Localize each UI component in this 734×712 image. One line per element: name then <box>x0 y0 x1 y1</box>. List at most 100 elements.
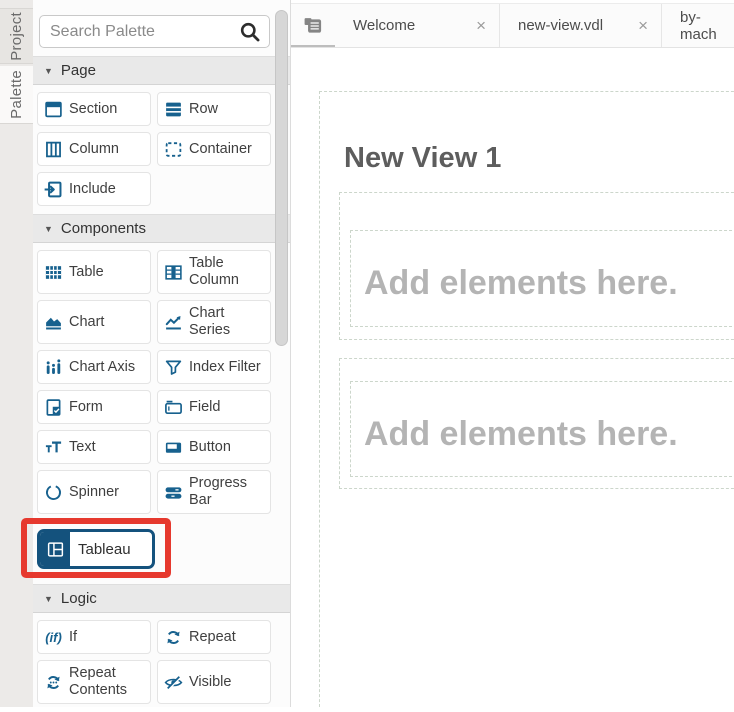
tab-list-icon <box>303 15 323 35</box>
row-icon <box>164 100 183 119</box>
palette-item-container[interactable]: Container <box>157 132 271 166</box>
section-header-components[interactable]: ▼ Components <box>33 214 290 243</box>
close-icon[interactable]: × <box>638 17 648 34</box>
if-icon: (if) <box>44 630 63 645</box>
text-icon <box>44 438 63 457</box>
tab-label: by-mach <box>680 9 721 43</box>
chart-axis-icon <box>44 358 63 377</box>
palette-item-tableau[interactable]: Tableau <box>37 529 155 569</box>
palette-item-label: Table <box>69 264 104 281</box>
palette-item-label: Container <box>189 141 252 158</box>
palette-item-label: Visible <box>189 674 231 691</box>
tab-welcome[interactable]: Welcome × <box>335 4 500 47</box>
palette-item-chart-series[interactable]: Chart Series <box>157 300 271 344</box>
components-section-grid: Table Table Column Chart Chart Series <box>33 243 290 584</box>
drop-placeholder-text: Add elements here. <box>364 264 678 303</box>
table-column-icon <box>164 263 183 282</box>
sidebar-tab-project[interactable]: Project <box>0 8 33 64</box>
palette-item-visible[interactable]: Visible <box>157 660 271 704</box>
caret-down-icon: ▼ <box>44 66 53 76</box>
palette-item-label: Spinner <box>69 484 119 501</box>
spinner-icon <box>44 483 63 502</box>
palette-item-include[interactable]: Include <box>37 172 151 206</box>
tab-by-mach[interactable]: by-mach <box>662 4 734 47</box>
sidebar-tab-project-label: Project <box>8 12 25 61</box>
palette-item-label: Section <box>69 101 117 118</box>
section-title: Logic <box>61 590 97 607</box>
palette-item-label: Chart <box>69 314 104 331</box>
form-icon <box>44 398 63 417</box>
caret-down-icon: ▼ <box>44 594 53 604</box>
palette-item-button[interactable]: Button <box>157 430 271 464</box>
search-input[interactable] <box>39 15 270 48</box>
side-tab-strip: Project Palette <box>0 0 33 707</box>
tableau-icon <box>40 529 70 569</box>
palette-item-chart-axis[interactable]: Chart Axis <box>37 350 151 384</box>
repeat-icon <box>164 628 183 647</box>
palette-item-repeat-contents[interactable]: Repeat Contents <box>37 660 151 704</box>
logic-section-grid: (if) If Repeat Repeat Contents <box>33 613 290 712</box>
palette-item-if[interactable]: (if) If <box>37 620 151 654</box>
palette-item-field[interactable]: Field <box>157 390 271 424</box>
palette-scrollbar-track[interactable] <box>274 0 289 707</box>
palette-item-section[interactable]: Section <box>37 92 151 126</box>
palette-item-label: If <box>69 629 77 646</box>
palette-item-label: Column <box>69 141 119 158</box>
caret-down-icon: ▼ <box>44 224 53 234</box>
view-title: New View 1 <box>344 142 501 175</box>
editor-tab-bar: Welcome × new-view.vdl × by-mach <box>291 4 734 48</box>
palette-item-row[interactable]: Row <box>157 92 271 126</box>
field-icon <box>164 398 183 417</box>
sidebar-tab-palette-label: Palette <box>8 70 25 119</box>
search-icon[interactable] <box>238 20 262 44</box>
drop-zone-1[interactable]: Add elements here. <box>350 230 734 327</box>
palette-item-label: Progress Bar <box>189 475 268 509</box>
search-area <box>33 0 290 56</box>
palette-item-label: Include <box>69 181 116 198</box>
index-filter-icon <box>164 358 183 377</box>
palette-item-label: Form <box>69 399 103 416</box>
palette-panel: ▼ Page Section Row Column <box>33 0 291 707</box>
section-title: Components <box>61 220 146 237</box>
palette-item-label: Button <box>189 439 231 456</box>
table-icon <box>44 263 63 282</box>
column-icon <box>44 140 63 159</box>
palette-item-chart[interactable]: Chart <box>37 300 151 344</box>
editor-panel: Welcome × new-view.vdl × by-mach New Vie… <box>291 0 734 707</box>
palette-item-table[interactable]: Table <box>37 250 151 294</box>
close-icon[interactable]: × <box>476 17 486 34</box>
palette-item-table-column[interactable]: Table Column <box>157 250 271 294</box>
section-header-page[interactable]: ▼ Page <box>33 56 290 85</box>
progress-bar-icon <box>164 483 183 502</box>
palette-item-column[interactable]: Column <box>37 132 151 166</box>
palette-scrollbar-thumb[interactable] <box>275 10 288 346</box>
tab-label: Welcome <box>353 17 415 34</box>
palette-item-spinner[interactable]: Spinner <box>37 470 151 514</box>
tableau-highlight-wrap: Tableau <box>37 529 155 569</box>
sidebar-tab-palette[interactable]: Palette <box>0 66 33 124</box>
palette-item-form[interactable]: Form <box>37 390 151 424</box>
button-icon <box>164 438 183 457</box>
palette-item-label: Tableau <box>78 541 131 558</box>
repeat-contents-icon <box>44 673 63 692</box>
section-title: Page <box>61 62 96 79</box>
palette-item-label: Chart Series <box>189 305 268 339</box>
palette-item-label: Row <box>189 101 218 118</box>
tab-new-view-vdl[interactable]: new-view.vdl × <box>500 4 662 47</box>
chart-series-icon <box>164 313 183 332</box>
palette-item-index-filter[interactable]: Index Filter <box>157 350 271 384</box>
section-header-logic[interactable]: ▼ Logic <box>33 584 290 613</box>
palette-item-label: Field <box>189 399 220 416</box>
palette-item-progress-bar[interactable]: Progress Bar <box>157 470 271 514</box>
section-icon <box>44 100 63 119</box>
tab-label: new-view.vdl <box>518 17 603 34</box>
palette-item-label: Chart Axis <box>69 359 135 376</box>
palette-item-label: Text <box>69 439 96 456</box>
drop-placeholder-text: Add elements here. <box>364 415 678 454</box>
palette-item-label: Index Filter <box>189 359 261 376</box>
drop-zone-2[interactable]: Add elements here. <box>350 381 734 477</box>
palette-item-label: Repeat <box>189 629 236 646</box>
tab-list-button[interactable] <box>291 4 335 47</box>
palette-item-repeat[interactable]: Repeat <box>157 620 271 654</box>
palette-item-text[interactable]: Text <box>37 430 151 464</box>
